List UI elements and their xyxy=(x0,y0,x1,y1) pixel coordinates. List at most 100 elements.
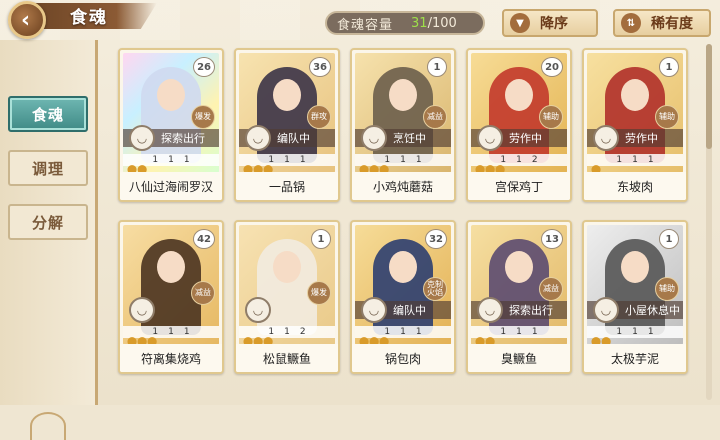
character-face xyxy=(505,251,533,283)
bowl-icon: ◡ xyxy=(245,125,271,151)
stat-value: 1 xyxy=(632,327,638,337)
level-badge: 1 xyxy=(659,229,679,249)
soul-card[interactable]: 1 减益 烹饪中 ◡ 1 1 1 ⬤⬤⬤ 小鸡炖蘑菇 xyxy=(350,48,456,202)
character-face xyxy=(621,79,649,111)
card-name: 一品锅 xyxy=(236,172,338,200)
status-label: 劳作中 xyxy=(509,132,542,145)
card-name: 东坡肉 xyxy=(584,172,686,200)
soul-card[interactable]: 1 爆发 ◡ 1 1 2 ⬤⬤⬤ 松鼠鳜鱼 xyxy=(234,220,340,374)
status-label: 编队中 xyxy=(277,132,310,145)
skill-stats: 1 1 1 xyxy=(587,154,683,166)
sort-arrows-icon: ⇅ xyxy=(621,13,641,33)
sidebar-item-label: 调理 xyxy=(31,159,64,178)
level-badge: 42 xyxy=(193,229,215,249)
rarity-sort-button[interactable]: ⇅ 稀有度 xyxy=(613,9,711,37)
character-face xyxy=(157,79,185,111)
card-name: 太极芋泥 xyxy=(584,344,686,372)
level-badge: 20 xyxy=(541,57,563,77)
card-name: 符离集烧鸡 xyxy=(120,344,222,372)
role-badge: 减益 xyxy=(423,105,447,129)
capacity-display: 食魂容量 31 /100 xyxy=(325,11,485,35)
level-badge: 32 xyxy=(425,229,447,249)
stat-value: 1 xyxy=(384,327,391,337)
card-name: 八仙过海闹罗汉 xyxy=(120,172,222,200)
card-name: 宫保鸡丁 xyxy=(468,172,570,200)
sidebar-item-cook[interactable]: 调理 xyxy=(8,150,88,186)
character-portrait: 13 减益 探索出行 ◡ 1 1 1 ⬤⬤ xyxy=(471,225,567,345)
soul-card[interactable]: 20 辅助 劳作中 ◡ 1 1 2 ⬤⬤⬤ 宫保鸡丁 xyxy=(466,48,572,202)
stat-value: 1 xyxy=(384,155,391,165)
character-portrait: 1 减益 烹饪中 ◡ 1 1 1 ⬤⬤⬤ xyxy=(355,53,451,173)
stat-value: 1 xyxy=(284,155,290,165)
bowl-icon: ◡ xyxy=(477,297,503,323)
stat-value: 1 xyxy=(152,155,159,165)
bowl-icon: ◡ xyxy=(245,297,271,323)
character-face xyxy=(505,79,533,111)
soul-card[interactable]: 1 辅助 劳作中 ◡ 1 1 1 ⬤ 东坡肉 xyxy=(582,48,688,202)
page-title: 食魂 xyxy=(70,8,108,28)
character-portrait: 1 辅助 劳作中 ◡ 1 1 1 ⬤ xyxy=(587,53,683,173)
card-name: 锅包肉 xyxy=(352,344,454,372)
capacity-label: 食魂容量 xyxy=(337,17,394,33)
character-face xyxy=(157,251,185,283)
sort-order-label: 降序 xyxy=(540,16,568,32)
character-face xyxy=(273,79,301,111)
card-name: 小鸡炖蘑菇 xyxy=(352,172,454,200)
sidebar: 食魂 调理 分解 xyxy=(0,40,98,440)
stat-value: 1 xyxy=(516,155,522,165)
role-badge: 辅助 xyxy=(655,105,679,129)
character-portrait: 36 群攻 编队中 ◡ 1 1 1 ⬤⬤⬤ xyxy=(239,53,335,173)
scrollbar[interactable] xyxy=(706,44,712,400)
character-face xyxy=(389,251,417,283)
stat-value: 1 xyxy=(632,155,638,165)
soul-card[interactable]: 13 减益 探索出行 ◡ 1 1 1 ⬤⬤ 臭鳜鱼 xyxy=(466,220,572,374)
stat-value: 2 xyxy=(299,327,306,337)
soul-card-grid: 26 爆发 探索出行 ◡ 1 1 1 ⬤⬤ 八仙过海闹罗汉 36 群攻 编队中 … xyxy=(112,44,700,405)
stat-value: 1 xyxy=(284,327,290,337)
scrollbar-thumb[interactable] xyxy=(706,44,712,149)
soul-card[interactable]: 36 群攻 编队中 ◡ 1 1 1 ⬤⬤⬤ 一品锅 xyxy=(234,48,340,202)
chevron-down-icon: ▼ xyxy=(510,13,530,33)
soul-card[interactable]: 42 减益 ◡ 1 1 1 ⬤⬤⬤ 符离集烧鸡 xyxy=(118,220,224,374)
bowl-icon: ◡ xyxy=(593,125,619,151)
stat-value: 2 xyxy=(531,155,538,165)
level-badge: 1 xyxy=(427,57,447,77)
role-badge: 爆发 xyxy=(307,281,331,305)
sidebar-item-soul[interactable]: 食魂 xyxy=(8,96,88,132)
bowl-icon: ◡ xyxy=(361,297,387,323)
character-face xyxy=(273,251,301,283)
bowl-icon: ◡ xyxy=(129,297,155,323)
bowl-icon: ◡ xyxy=(477,125,503,151)
bowl-icon: ◡ xyxy=(361,125,387,151)
stat-value: 1 xyxy=(415,327,422,337)
character-portrait: 32 克制火焰 编队中 ◡ 1 1 1 ⬤⬤⬤ xyxy=(355,225,451,345)
role-badge: 减益 xyxy=(539,277,563,301)
stat-value: 1 xyxy=(415,155,422,165)
stat-value: 1 xyxy=(647,155,654,165)
bowl-icon: ◡ xyxy=(129,125,155,151)
bowl-icon: ◡ xyxy=(593,297,619,323)
sort-order-button[interactable]: ▼ 降序 xyxy=(502,9,598,37)
capacity-total: /100 xyxy=(427,15,457,31)
stat-value: 1 xyxy=(500,155,507,165)
role-badge: 辅助 xyxy=(539,105,563,129)
ornament-icon xyxy=(30,412,66,440)
status-label: 劳作中 xyxy=(625,132,658,145)
soul-card[interactable]: 32 克制火焰 编队中 ◡ 1 1 1 ⬤⬤⬤ 锅包肉 xyxy=(350,220,456,374)
sidebar-item-decompose[interactable]: 分解 xyxy=(8,204,88,240)
back-button[interactable]: ‹ xyxy=(8,1,46,39)
soul-card[interactable]: 26 爆发 探索出行 ◡ 1 1 1 ⬤⬤ 八仙过海闹罗汉 xyxy=(118,48,224,202)
stat-value: 1 xyxy=(400,327,406,337)
stat-value: 1 xyxy=(616,155,623,165)
card-name: 臭鳜鱼 xyxy=(468,344,570,372)
role-badge: 减益 xyxy=(191,281,215,305)
soul-card[interactable]: 1 辅助 小屋休息中 ◡ 1 1 1 ⬤⬤ 太极芋泥 xyxy=(582,220,688,374)
sidebar-item-label: 分解 xyxy=(31,213,64,232)
rarity-sort-label: 稀有度 xyxy=(651,16,693,32)
level-badge: 1 xyxy=(311,229,331,249)
role-badge: 爆发 xyxy=(191,105,215,129)
level-badge: 26 xyxy=(193,57,215,77)
stat-value: 1 xyxy=(168,327,174,337)
character-portrait: 1 爆发 ◡ 1 1 2 ⬤⬤⬤ xyxy=(239,225,335,345)
character-face xyxy=(621,251,649,283)
